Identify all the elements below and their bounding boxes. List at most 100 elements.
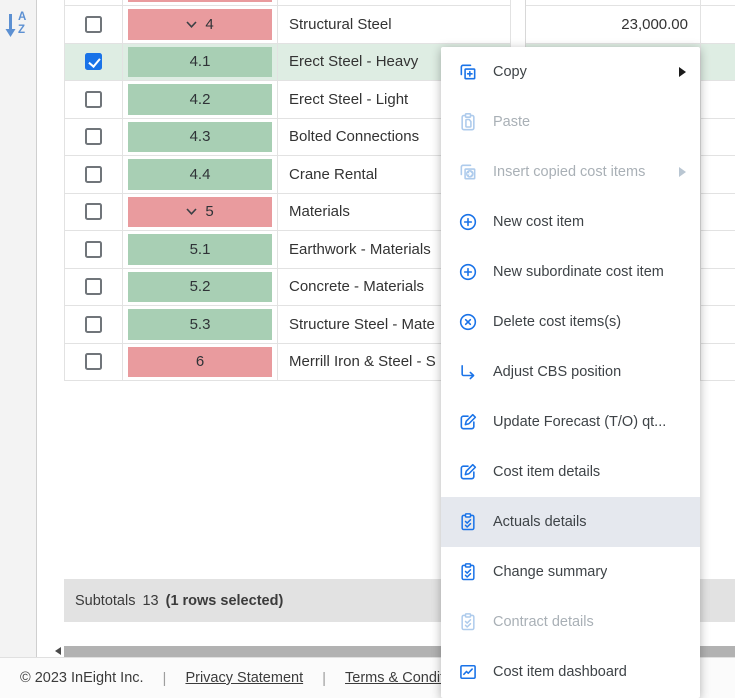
description-text: Bolted Connections [289,128,419,145]
menu-item-actuals-details[interactable]: Actuals details [441,497,700,547]
cost-code-badge[interactable]: 4.3 [128,122,272,153]
next-column-cell [701,194,735,232]
paste-icon [458,112,478,132]
edit-icon [458,462,478,482]
menu-item-label: Actuals details [493,514,587,530]
scroll-left-arrow-icon[interactable] [55,647,61,655]
next-column-cell [701,306,735,344]
left-toolbar: A Z [0,0,37,657]
next-column-cell [701,44,735,82]
menu-item-label: Update Forecast (T/O) qt... [493,414,666,430]
plus-circle-icon [458,262,478,282]
turn-right-arrow-icon [458,362,478,382]
table-row-4[interactable]: 4 Structural Steel 23,000.00 [65,6,735,44]
description-text: Structure Steel - Mate [289,316,435,333]
menu-item-label: Adjust CBS position [493,364,621,380]
cost-code-badge[interactable]: 4 [128,9,272,40]
cost-code-badge[interactable]: 5.1 [128,234,272,265]
checkbox-cell [65,269,123,307]
subtotals-count: 13 [142,593,158,609]
copyright-text: © 2023 InEight Inc. [20,670,144,686]
menu-item-label: Contract details [493,614,594,630]
next-column-cell [701,344,735,382]
cost-code-badge[interactable]: 4.4 [128,159,272,190]
row-checkbox[interactable] [85,166,102,183]
sort-letter-z: Z [18,24,26,37]
cbs-cost-items-screen: A Z [0,0,735,698]
cost-code: 4.2 [190,91,211,108]
submenu-arrow-icon [679,67,686,77]
down-arrow-icon [5,10,17,38]
cost-code-badge[interactable]: 4.1 [128,47,272,78]
next-column-cell [701,81,735,119]
next-column-cell [701,6,735,44]
menu-item-change-summary[interactable]: Change summary [441,547,700,597]
cost-code: 5 [205,203,213,220]
menu-item-update-forecast-t-o-qt[interactable]: Update Forecast (T/O) qt... [441,397,700,447]
cost-code-badge[interactable] [128,0,272,2]
cost-code: 4.3 [190,128,211,145]
cost-code-badge[interactable]: 5 [128,197,272,228]
row-checkbox[interactable] [85,316,102,333]
x-circle-icon [458,312,478,332]
description-text: Structural Steel [289,16,392,33]
menu-item-paste: Paste [441,97,700,147]
description-text: Merrill Iron & Steel - S [289,353,436,370]
menu-item-copy[interactable]: Copy [441,47,700,97]
privacy-statement-link[interactable]: Privacy Statement [185,670,303,686]
checkbox-cell [65,194,123,232]
pane-splitter [511,6,526,44]
row-checkbox[interactable] [85,241,102,258]
code-cell: 5.3 [123,306,278,344]
description-cell[interactable]: Structural Steel [278,6,511,44]
next-column-cell [701,119,735,157]
row-checkbox[interactable] [85,353,102,370]
terms-conditions-link[interactable]: Terms & Conditi [345,670,447,686]
code-cell: 4.4 [123,156,278,194]
menu-item-label: Paste [493,114,530,130]
chevron-down-icon[interactable] [186,21,197,28]
menu-item-new-cost-item[interactable]: New cost item [441,197,700,247]
clipboard-check-icon [458,562,478,582]
cost-code-badge[interactable]: 5.2 [128,272,272,303]
cost-code-badge[interactable]: 4.2 [128,84,272,115]
row-checkbox[interactable] [85,16,102,33]
menu-item-label: Copy [493,64,527,80]
code-cell: 4 [123,6,278,44]
checkbox-cell [65,306,123,344]
description-text: Erect Steel - Light [289,91,408,108]
row-checkbox[interactable] [85,91,102,108]
cost-code-badge[interactable]: 5.3 [128,309,272,340]
row-checkbox[interactable] [85,203,102,220]
cost-code-badge[interactable]: 6 [128,347,272,378]
code-cell: 4.1 [123,44,278,82]
menu-item-adjust-cbs-position[interactable]: Adjust CBS position [441,347,700,397]
next-column-cell [701,156,735,194]
description-text: Materials [289,203,350,220]
menu-item-cost-item-dashboard[interactable]: Cost item dashboard [441,647,700,697]
amount-cell[interactable]: 23,000.00 [526,6,701,44]
menu-item-label: Change summary [493,564,607,580]
code-cell: 4.2 [123,81,278,119]
menu-item-label: Delete cost items(s) [493,314,621,330]
menu-item-label: Cost item details [493,464,600,480]
sort-az-icon[interactable]: A Z [5,10,26,38]
row-checkbox[interactable] [85,278,102,295]
insert-copied-icon [458,162,478,182]
clipboard-check-icon [458,612,478,632]
clipboard-check-icon [458,512,478,532]
description-text: Crane Rental [289,166,377,183]
menu-item-cost-item-details[interactable]: Cost item details [441,447,700,497]
menu-item-delete-cost-items-s[interactable]: Delete cost items(s) [441,297,700,347]
rows-selected-text: (1 rows selected) [166,593,284,609]
menu-item-label: New subordinate cost item [493,264,664,280]
row-checkbox[interactable] [85,53,102,70]
menu-item-new-subordinate-cost-item[interactable]: New subordinate cost item [441,247,700,297]
description-text: Concrete - Materials [289,278,424,295]
row-checkbox[interactable] [85,128,102,145]
edit-icon [458,412,478,432]
chevron-down-icon[interactable] [186,208,197,215]
checkbox-cell [65,344,123,382]
menu-item-label: Cost item dashboard [493,664,627,680]
copy-icon [458,62,478,82]
